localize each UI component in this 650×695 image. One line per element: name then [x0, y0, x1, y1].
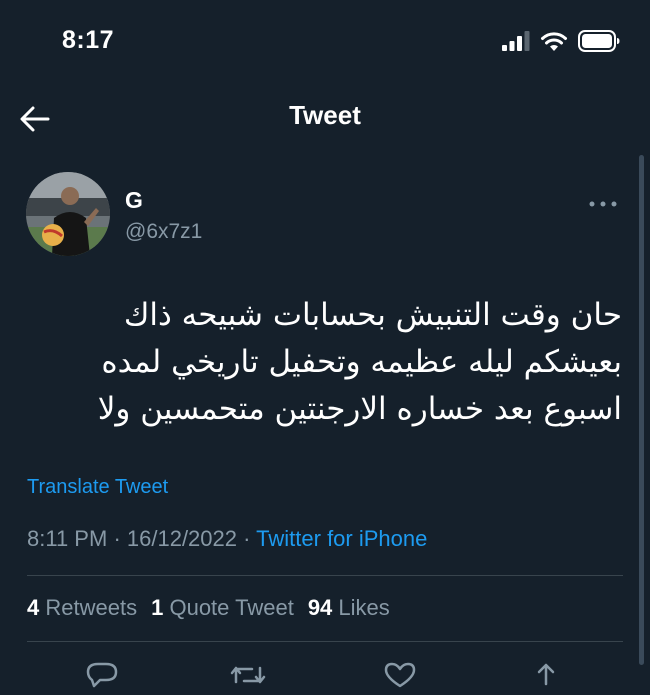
- quotes-stat[interactable]: 1 Quote Tweet: [151, 595, 294, 620]
- divider: [27, 575, 623, 576]
- tweet-text: حان وقت التنبيش بحسابات شبيحه ذاك بعيشكم…: [22, 292, 622, 433]
- likes-count: 94: [307, 595, 333, 620]
- retweets-stat[interactable]: 4 Retweets: [27, 595, 137, 620]
- avatar[interactable]: [26, 172, 110, 256]
- share-icon: [537, 663, 555, 686]
- scrollbar[interactable]: [639, 155, 644, 665]
- divider: [27, 641, 623, 642]
- author-name[interactable]: G: [125, 187, 143, 214]
- tweet-text-line: حان وقت التنبيش بحسابات شبيحه ذاك: [123, 297, 622, 333]
- quotes-label: Quote Tweet: [169, 595, 294, 620]
- meta-separator: ·: [243, 526, 251, 551]
- reply-icon: [86, 662, 118, 688]
- tweet-metadata: 8:11 PM · 16/12/2022 · Twitter for iPhon…: [27, 526, 427, 552]
- more-options-button[interactable]: [588, 196, 618, 207]
- retweet-button[interactable]: [230, 660, 266, 690]
- status-icons: [502, 30, 620, 52]
- tweet-actions: [0, 652, 650, 692]
- tweet-date: 16/12/2022: [126, 526, 237, 551]
- retweets-count: 4: [27, 595, 40, 620]
- tweet-text-line: بعيشكم ليله عظيمه وتحفيل تاريخي لمده: [101, 344, 622, 380]
- quotes-count: 1: [151, 595, 164, 620]
- likes-label: Likes: [338, 595, 390, 620]
- like-icon: [384, 662, 416, 688]
- avatar-image: [26, 172, 110, 256]
- battery-icon: [578, 30, 620, 52]
- author-handle[interactable]: @6x7z1: [125, 220, 202, 244]
- likes-stat[interactable]: 94 Likes: [308, 595, 390, 620]
- tweet-source-link[interactable]: Twitter for iPhone: [256, 526, 427, 551]
- status-time: 8:17: [62, 26, 115, 54]
- tweet-stats: 4 Retweets 1 Quote Tweet 94 Likes: [27, 595, 390, 621]
- page-title: Tweet: [289, 100, 361, 130]
- like-button[interactable]: [382, 660, 418, 690]
- navigation-header: Tweet: [0, 90, 650, 145]
- wifi-icon: [541, 32, 567, 51]
- retweets-label: Retweets: [45, 595, 138, 620]
- status-bar: 8:17: [0, 0, 650, 80]
- retweet-icon: [230, 666, 266, 684]
- share-button[interactable]: [528, 660, 564, 690]
- translate-tweet-link[interactable]: Translate Tweet: [27, 476, 168, 499]
- more-dots-icon: [589, 201, 617, 207]
- reply-button[interactable]: [84, 660, 120, 690]
- meta-separator: ·: [113, 526, 121, 551]
- cellular-signal-icon: [502, 31, 530, 51]
- tweet-text-line: اسبوع بعد خساره الارجنتين متحمسين ولا: [97, 391, 622, 427]
- tweet-time: 8:11 PM: [27, 526, 108, 551]
